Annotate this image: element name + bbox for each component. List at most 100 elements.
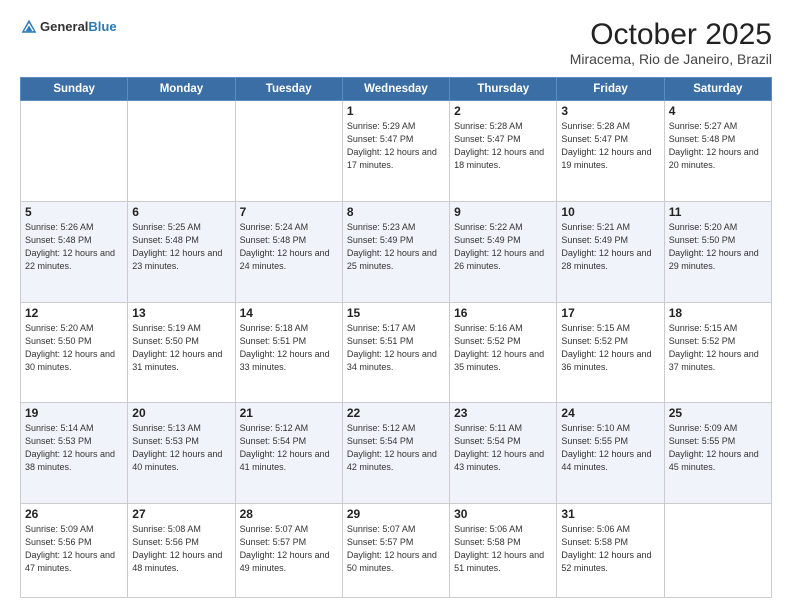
day-info: Sunrise: 5:15 AM Sunset: 5:52 PM Dayligh… <box>561 322 659 374</box>
logo-icon <box>20 18 38 36</box>
calendar-cell: 11 Sunrise: 5:20 AM Sunset: 5:50 PM Dayli… <box>664 201 771 302</box>
calendar-cell: 20 Sunrise: 5:13 AM Sunset: 5:53 PM Dayli… <box>128 403 235 504</box>
day-number: 21 <box>240 406 338 420</box>
day-info: Sunrise: 5:28 AM Sunset: 5:47 PM Dayligh… <box>454 120 552 172</box>
day-number: 2 <box>454 104 552 118</box>
day-info: Sunrise: 5:25 AM Sunset: 5:48 PM Dayligh… <box>132 221 230 273</box>
weekday-header-friday: Friday <box>557 78 664 101</box>
day-number: 15 <box>347 306 445 320</box>
calendar-cell: 1 Sunrise: 5:29 AM Sunset: 5:47 PM Daylig… <box>342 101 449 202</box>
day-number: 3 <box>561 104 659 118</box>
calendar-cell: 9Sunrise: 5:22 AM Sunset: 5:49 PM Daylig… <box>450 201 557 302</box>
weekday-header-monday: Monday <box>128 78 235 101</box>
logo: General Blue <box>20 18 117 36</box>
calendar-cell: 13 Sunrise: 5:19 AM Sunset: 5:50 PM Dayli… <box>128 302 235 403</box>
calendar-cell: 6Sunrise: 5:25 AM Sunset: 5:48 PM Daylig… <box>128 201 235 302</box>
day-info: Sunrise: 5:18 AM Sunset: 5:51 PM Dayligh… <box>240 322 338 374</box>
day-number: 17 <box>561 306 659 320</box>
calendar-cell: 21Sunrise: 5:12 AM Sunset: 5:54 PM Dayli… <box>235 403 342 504</box>
day-number: 28 <box>240 507 338 521</box>
day-number: 4 <box>669 104 767 118</box>
week-row-5: 26 Sunrise: 5:09 AM Sunset: 5:56 PM Dayli… <box>21 504 772 598</box>
weekday-header-saturday: Saturday <box>664 78 771 101</box>
day-number: 11 <box>669 205 767 219</box>
calendar-cell: 23 Sunrise: 5:11 AM Sunset: 5:54 PM Dayli… <box>450 403 557 504</box>
day-info: Sunrise: 5:26 AM Sunset: 5:48 PM Dayligh… <box>25 221 123 273</box>
day-number: 20 <box>132 406 230 420</box>
week-row-1: 1 Sunrise: 5:29 AM Sunset: 5:47 PM Daylig… <box>21 101 772 202</box>
day-info: Sunrise: 5:28 AM Sunset: 5:47 PM Dayligh… <box>561 120 659 172</box>
day-info: Sunrise: 5:06 AM Sunset: 5:58 PM Dayligh… <box>561 523 659 575</box>
day-info: Sunrise: 5:09 AM Sunset: 5:56 PM Dayligh… <box>25 523 123 575</box>
logo-blue: Blue <box>88 19 116 35</box>
weekday-row: SundayMondayTuesdayWednesdayThursdayFrid… <box>21 78 772 101</box>
calendar-cell: 18 Sunrise: 5:15 AM Sunset: 5:52 PM Dayli… <box>664 302 771 403</box>
day-info: Sunrise: 5:12 AM Sunset: 5:54 PM Dayligh… <box>347 422 445 474</box>
day-number: 18 <box>669 306 767 320</box>
month-title: October 2025 <box>570 18 772 51</box>
day-info: Sunrise: 5:29 AM Sunset: 5:47 PM Dayligh… <box>347 120 445 172</box>
day-info: Sunrise: 5:10 AM Sunset: 5:55 PM Dayligh… <box>561 422 659 474</box>
day-number: 7 <box>240 205 338 219</box>
day-info: Sunrise: 5:21 AM Sunset: 5:49 PM Dayligh… <box>561 221 659 273</box>
day-number: 10 <box>561 205 659 219</box>
day-number: 12 <box>25 306 123 320</box>
day-info: Sunrise: 5:20 AM Sunset: 5:50 PM Dayligh… <box>25 322 123 374</box>
day-info: Sunrise: 5:17 AM Sunset: 5:51 PM Dayligh… <box>347 322 445 374</box>
day-number: 25 <box>669 406 767 420</box>
day-number: 14 <box>240 306 338 320</box>
calendar-cell: 19Sunrise: 5:14 AM Sunset: 5:53 PM Dayli… <box>21 403 128 504</box>
day-info: Sunrise: 5:15 AM Sunset: 5:52 PM Dayligh… <box>669 322 767 374</box>
calendar-cell: 29 Sunrise: 5:07 AM Sunset: 5:57 PM Dayli… <box>342 504 449 598</box>
calendar-cell: 24 Sunrise: 5:10 AM Sunset: 5:55 PM Dayli… <box>557 403 664 504</box>
day-number: 1 <box>347 104 445 118</box>
calendar-cell: 30Sunrise: 5:06 AM Sunset: 5:58 PM Dayli… <box>450 504 557 598</box>
day-number: 26 <box>25 507 123 521</box>
logo-general: General <box>40 19 88 35</box>
weekday-header-sunday: Sunday <box>21 78 128 101</box>
calendar-cell: 26 Sunrise: 5:09 AM Sunset: 5:56 PM Dayli… <box>21 504 128 598</box>
week-row-2: 5 Sunrise: 5:26 AM Sunset: 5:48 PM Daylig… <box>21 201 772 302</box>
calendar-cell: 28 Sunrise: 5:07 AM Sunset: 5:57 PM Dayli… <box>235 504 342 598</box>
logo-text: General Blue <box>40 19 117 35</box>
day-info: Sunrise: 5:20 AM Sunset: 5:50 PM Dayligh… <box>669 221 767 273</box>
day-number: 9 <box>454 205 552 219</box>
calendar-cell: 12 Sunrise: 5:20 AM Sunset: 5:50 PM Dayli… <box>21 302 128 403</box>
weekday-header-tuesday: Tuesday <box>235 78 342 101</box>
day-info: Sunrise: 5:27 AM Sunset: 5:48 PM Dayligh… <box>669 120 767 172</box>
day-info: Sunrise: 5:06 AM Sunset: 5:58 PM Dayligh… <box>454 523 552 575</box>
day-info: Sunrise: 5:09 AM Sunset: 5:55 PM Dayligh… <box>669 422 767 474</box>
weekday-header-thursday: Thursday <box>450 78 557 101</box>
day-info: Sunrise: 5:11 AM Sunset: 5:54 PM Dayligh… <box>454 422 552 474</box>
calendar-cell: 25 Sunrise: 5:09 AM Sunset: 5:55 PM Dayli… <box>664 403 771 504</box>
week-row-3: 12 Sunrise: 5:20 AM Sunset: 5:50 PM Dayli… <box>21 302 772 403</box>
day-info: Sunrise: 5:14 AM Sunset: 5:53 PM Dayligh… <box>25 422 123 474</box>
day-info: Sunrise: 5:13 AM Sunset: 5:53 PM Dayligh… <box>132 422 230 474</box>
calendar-cell: 27 Sunrise: 5:08 AM Sunset: 5:56 PM Dayli… <box>128 504 235 598</box>
calendar-cell <box>235 101 342 202</box>
weekday-header-wednesday: Wednesday <box>342 78 449 101</box>
location: Miracema, Rio de Janeiro, Brazil <box>570 51 772 67</box>
day-number: 13 <box>132 306 230 320</box>
day-number: 24 <box>561 406 659 420</box>
day-number: 29 <box>347 507 445 521</box>
day-number: 27 <box>132 507 230 521</box>
calendar-cell: 8Sunrise: 5:23 AM Sunset: 5:49 PM Daylig… <box>342 201 449 302</box>
day-number: 23 <box>454 406 552 420</box>
calendar-cell: 3 Sunrise: 5:28 AM Sunset: 5:47 PM Daylig… <box>557 101 664 202</box>
calendar-cell: 2 Sunrise: 5:28 AM Sunset: 5:47 PM Daylig… <box>450 101 557 202</box>
calendar-table: SundayMondayTuesdayWednesdayThursdayFrid… <box>20 77 772 598</box>
day-info: Sunrise: 5:16 AM Sunset: 5:52 PM Dayligh… <box>454 322 552 374</box>
calendar-cell <box>664 504 771 598</box>
calendar-cell <box>128 101 235 202</box>
day-info: Sunrise: 5:19 AM Sunset: 5:50 PM Dayligh… <box>132 322 230 374</box>
week-row-4: 19Sunrise: 5:14 AM Sunset: 5:53 PM Dayli… <box>21 403 772 504</box>
day-info: Sunrise: 5:07 AM Sunset: 5:57 PM Dayligh… <box>347 523 445 575</box>
day-info: Sunrise: 5:08 AM Sunset: 5:56 PM Dayligh… <box>132 523 230 575</box>
day-info: Sunrise: 5:23 AM Sunset: 5:49 PM Dayligh… <box>347 221 445 273</box>
calendar-cell <box>21 101 128 202</box>
day-number: 16 <box>454 306 552 320</box>
day-number: 31 <box>561 507 659 521</box>
day-number: 5 <box>25 205 123 219</box>
day-info: Sunrise: 5:07 AM Sunset: 5:57 PM Dayligh… <box>240 523 338 575</box>
